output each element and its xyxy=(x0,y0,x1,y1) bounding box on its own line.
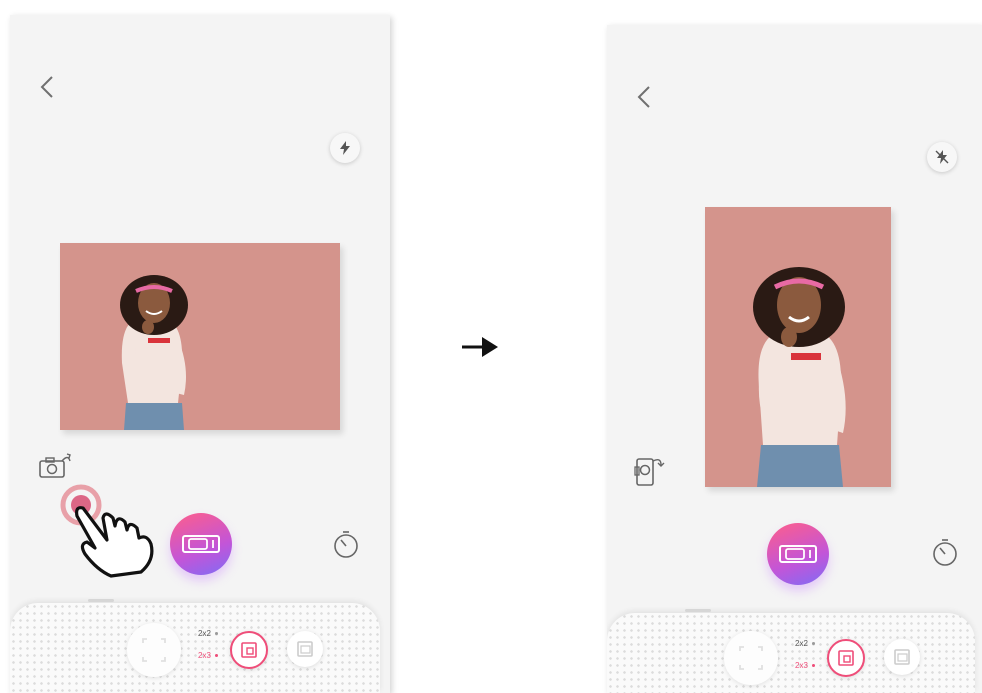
crop-mode-button[interactable] xyxy=(827,639,865,677)
timer-icon xyxy=(933,539,957,566)
size-dot xyxy=(811,664,815,668)
shutter-button[interactable] xyxy=(170,513,232,575)
camera-preview xyxy=(705,207,891,487)
camera-icon xyxy=(779,545,817,563)
frame-corners-icon xyxy=(739,646,763,670)
size-dot xyxy=(214,654,218,658)
tray-handle[interactable] xyxy=(88,599,114,602)
flash-off-icon xyxy=(935,150,949,164)
camera-preview xyxy=(60,243,340,430)
frame-corners-icon xyxy=(142,638,166,662)
phone-screen-after: 2x2 2x3 xyxy=(607,25,982,693)
photo-frame-icon xyxy=(894,649,910,665)
size-label-text: 2x2 xyxy=(198,629,211,638)
border-mode-button[interactable] xyxy=(884,639,920,675)
rotate-camera-icon xyxy=(634,458,665,486)
shutter-button[interactable] xyxy=(767,523,829,585)
photo-frame-icon xyxy=(297,641,313,657)
back-button[interactable] xyxy=(633,83,657,113)
border-mode-button[interactable] xyxy=(287,631,323,667)
size-label-text: 2x3 xyxy=(795,661,808,670)
crop-icon xyxy=(838,650,854,666)
person-photo xyxy=(120,275,188,430)
flash-button[interactable] xyxy=(330,133,360,163)
phone-screen-before: 2x2 2x3 xyxy=(10,15,390,693)
flash-icon xyxy=(340,141,350,155)
arrow-right-icon xyxy=(462,337,498,357)
back-button[interactable] xyxy=(36,73,60,103)
timer-button[interactable] xyxy=(929,537,961,569)
crop-icon xyxy=(241,642,257,658)
hand-pointer-icon xyxy=(60,484,154,578)
person-photo xyxy=(753,267,846,487)
bottom-tray: 2x2 2x3 xyxy=(607,609,975,693)
chevron-left-icon xyxy=(40,76,53,98)
size-label-text: 2x3 xyxy=(198,651,211,660)
size-label-text: 2x2 xyxy=(795,639,808,648)
size-dot xyxy=(214,632,218,636)
size-option-2x3[interactable]: 2x3 xyxy=(795,661,815,671)
camera-icon xyxy=(182,535,220,553)
crop-mode-button[interactable] xyxy=(230,631,268,669)
rotate-orientation-button[interactable] xyxy=(633,455,673,491)
gallery-button[interactable] xyxy=(127,623,181,677)
tray-handle[interactable] xyxy=(685,609,711,612)
size-option-2x2[interactable]: 2x2 xyxy=(198,629,218,639)
size-dot xyxy=(811,642,815,646)
timer-button[interactable] xyxy=(330,529,362,561)
size-option-2x2[interactable]: 2x2 xyxy=(795,639,815,649)
gallery-button[interactable] xyxy=(724,631,778,685)
bottom-tray: 2x2 2x3 xyxy=(10,599,380,693)
timer-icon xyxy=(334,531,358,558)
flash-button[interactable] xyxy=(927,142,957,172)
size-option-2x3[interactable]: 2x3 xyxy=(198,651,218,661)
chevron-left-icon xyxy=(637,86,650,108)
